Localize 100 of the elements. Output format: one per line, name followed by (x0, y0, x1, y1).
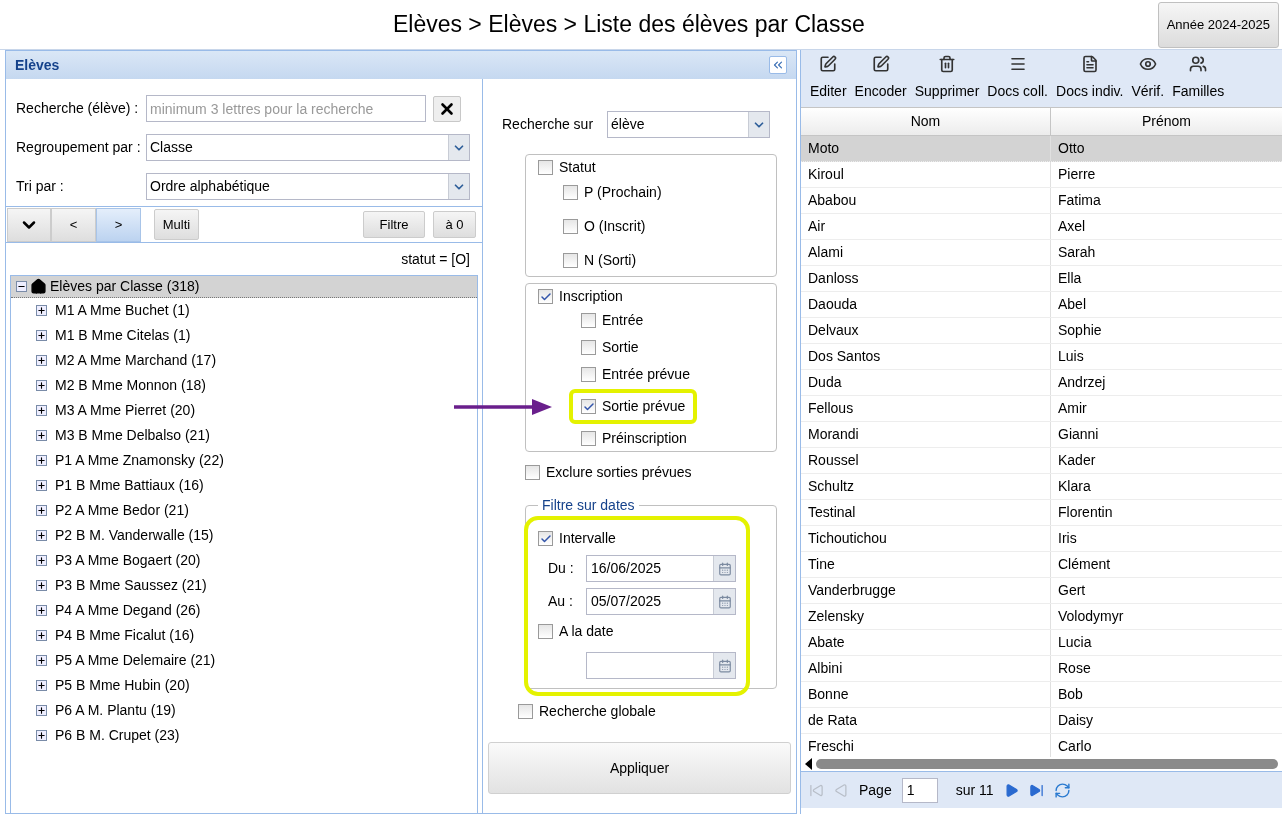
table-row[interactable]: Abate Lucia (801, 630, 1282, 656)
expand-icon[interactable] (36, 430, 47, 441)
table-row[interactable]: Alami Sarah (801, 240, 1282, 266)
tree-item[interactable]: P5 A Mme Delemaire (21) (11, 648, 477, 673)
tree-item[interactable]: P2 B M. Vanderwalle (15) (11, 523, 477, 548)
expand-icon[interactable] (36, 605, 47, 616)
year-button[interactable]: Année 2024-2025 (1157, 1, 1279, 48)
table-row[interactable]: Vanderbrugge Gert (801, 578, 1282, 604)
table-row[interactable]: Albini Rose (801, 656, 1282, 682)
toolbar-button[interactable]: Encoder (853, 55, 908, 102)
checkbox[interactable] (581, 367, 596, 382)
expand-icon[interactable] (36, 305, 47, 316)
tree-item[interactable]: P2 A Mme Bedor (21) (11, 498, 477, 523)
filter-button[interactable]: Filtre (363, 211, 425, 238)
table-row[interactable]: Ababou Fatima (801, 188, 1282, 214)
column-header[interactable]: Prénom (1051, 108, 1282, 135)
toolbar-button[interactable]: Editer (809, 55, 848, 102)
toolbar-button[interactable]: Docs indiv. (1055, 55, 1125, 102)
tree-item[interactable]: P3 A Mme Bogaert (20) (11, 548, 477, 573)
multi-button[interactable]: Multi (154, 209, 199, 240)
expand-icon[interactable] (36, 580, 47, 591)
table-row[interactable]: Tichoutichou Iris (801, 526, 1282, 552)
tree-item[interactable]: M1 B Mme Citelas (1) (11, 323, 477, 348)
calendar-icon[interactable] (713, 653, 735, 678)
checkbox[interactable] (538, 289, 553, 304)
expand-icon[interactable] (36, 380, 47, 391)
checkbox[interactable] (538, 160, 553, 175)
toolbar-button[interactable]: Familles (1171, 55, 1226, 102)
expand-icon[interactable] (36, 680, 47, 691)
checkbox[interactable] (581, 340, 596, 355)
calendar-icon[interactable] (713, 589, 735, 614)
expand-icon[interactable] (36, 330, 47, 341)
apply-button[interactable]: Appliquer (488, 742, 791, 794)
expand-icon[interactable] (36, 730, 47, 741)
checkbox[interactable] (581, 313, 596, 328)
checkbox[interactable] (563, 219, 578, 234)
table-row[interactable]: Danloss Ella (801, 266, 1282, 292)
table-row[interactable]: Bonne Bob (801, 682, 1282, 708)
reset-button[interactable]: à 0 (433, 211, 476, 238)
toolbar-button[interactable]: Docs coll. (986, 55, 1049, 102)
table-row[interactable]: de Rata Daisy (801, 708, 1282, 734)
checkbox[interactable] (538, 624, 553, 639)
clear-button[interactable] (433, 95, 461, 122)
search-on-select[interactable]: élève (607, 111, 770, 138)
table-row[interactable]: Air Axel (801, 214, 1282, 240)
tree-item[interactable]: Elèves par Classe (318) (11, 276, 477, 298)
checkbox[interactable] (581, 399, 596, 414)
expand-icon[interactable] (36, 455, 47, 466)
tree-item[interactable]: P4 B Mme Ficalut (16) (11, 623, 477, 648)
table-row[interactable]: Moto Otto (801, 136, 1282, 162)
nav-button[interactable]: > (96, 207, 141, 242)
tree-item[interactable]: P6 B M. Crupet (23) (11, 723, 477, 748)
tree-item[interactable]: P1 A Mme Znamonsky (22) (11, 448, 477, 473)
checkbox[interactable] (525, 465, 540, 480)
expand-icon[interactable] (36, 530, 47, 541)
from-date-field[interactable]: 16/06/2025 (586, 555, 736, 582)
table-row[interactable]: Dos Santos Luis (801, 344, 1282, 370)
table-row[interactable]: Kiroul Pierre (801, 162, 1282, 188)
table-row[interactable]: Daouda Abel (801, 292, 1282, 318)
grouping-select[interactable]: Classe (146, 134, 470, 161)
expand-icon[interactable] (36, 655, 47, 666)
checkbox[interactable] (563, 253, 578, 268)
refresh-icon[interactable] (1053, 781, 1071, 799)
nav-button[interactable]: < (51, 207, 96, 242)
table-row[interactable]: Testinal Florentin (801, 500, 1282, 526)
table-row[interactable]: Zelensky Volodymyr (801, 604, 1282, 630)
column-header[interactable]: Nom (801, 108, 1051, 135)
sort-select[interactable]: Ordre alphabétique (146, 173, 470, 200)
expand-icon[interactable] (36, 505, 47, 516)
collapse-icon[interactable] (16, 281, 27, 292)
toolbar-button[interactable]: Vérif. (1130, 55, 1166, 102)
table-row[interactable]: Fellous Amir (801, 396, 1282, 422)
expand-icon[interactable] (36, 630, 47, 641)
expand-icon[interactable] (36, 405, 47, 416)
tree-item[interactable]: P1 B Mme Battiaux (16) (11, 473, 477, 498)
page-field[interactable]: 1 (901, 777, 938, 803)
tree-item[interactable]: P5 B Mme Hubin (20) (11, 673, 477, 698)
checkbox[interactable] (518, 704, 533, 719)
expand-icon[interactable] (36, 355, 47, 366)
checkbox[interactable] (581, 431, 596, 446)
table-row[interactable]: Duda Andrzej (801, 370, 1282, 396)
checkbox[interactable] (563, 185, 578, 200)
table-row[interactable]: Morandi Gianni (801, 422, 1282, 448)
last-page-icon[interactable] (1028, 782, 1044, 798)
tree-item[interactable]: M2 B Mme Monnon (18) (11, 373, 477, 398)
to-date-field[interactable]: 05/07/2025 (586, 588, 736, 615)
table-row[interactable]: Tine Clément (801, 552, 1282, 578)
expand-icon[interactable] (36, 705, 47, 716)
table-row[interactable]: Roussel Kader (801, 448, 1282, 474)
date-field[interactable] (586, 652, 736, 679)
table-row[interactable]: Schultz Klara (801, 474, 1282, 500)
expand-icon[interactable] (36, 555, 47, 566)
expand-icon[interactable] (36, 480, 47, 491)
tree-item[interactable]: P3 B Mme Saussez (21) (11, 573, 477, 598)
tree-item[interactable]: M2 A Mme Marchand (17) (11, 348, 477, 373)
tree-item[interactable]: M3 B Mme Delbalso (21) (11, 423, 477, 448)
calendar-icon[interactable] (713, 556, 735, 581)
tree-item[interactable]: M1 A Mme Buchet (1) (11, 298, 477, 323)
search-field[interactable]: minimum 3 lettres pour la recherche (146, 95, 426, 122)
checkbox[interactable] (538, 531, 553, 546)
